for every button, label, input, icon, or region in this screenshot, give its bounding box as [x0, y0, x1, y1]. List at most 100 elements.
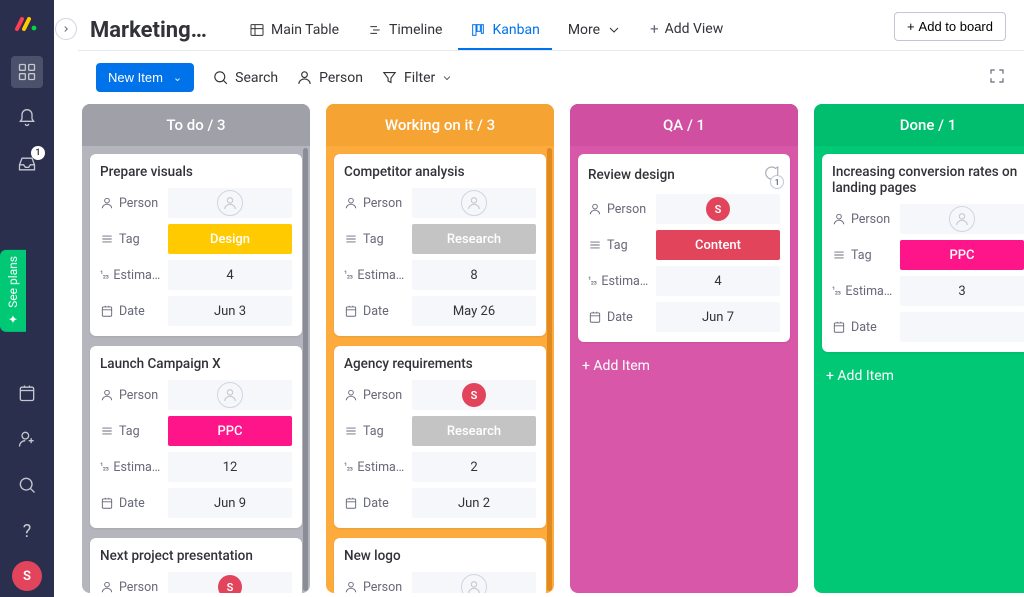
tag-value[interactable]: Content: [656, 230, 780, 260]
filter-button[interactable]: Filter: [381, 69, 453, 86]
date-value[interactable]: May 26: [412, 296, 536, 326]
kanban-card[interactable]: Agency requirements Person S Tag Researc…: [334, 346, 546, 528]
search-rail-icon[interactable]: [11, 469, 43, 501]
inbox-badge: 1: [31, 146, 45, 160]
estimate-value[interactable]: 12: [168, 452, 292, 482]
date-value[interactable]: Jun 3: [168, 296, 292, 326]
kanban-card[interactable]: Next project presentation Person S: [90, 538, 302, 593]
tag-value[interactable]: Research: [412, 416, 536, 446]
add-view-button[interactable]: + Add View: [638, 10, 735, 50]
tab-label: Timeline: [389, 22, 442, 38]
person-value[interactable]: [168, 380, 292, 410]
tab-label: Main Table: [271, 22, 339, 38]
date-value[interactable]: [900, 312, 1024, 342]
row-label: Person: [344, 196, 412, 211]
column-header[interactable]: Done / 1: [814, 104, 1024, 146]
person-value[interactable]: S: [168, 572, 292, 593]
user-avatar[interactable]: S: [12, 561, 42, 591]
date-value[interactable]: Jun 9: [168, 488, 292, 518]
kanban-card[interactable]: New logo Person: [334, 538, 546, 593]
estimate-value[interactable]: 4: [168, 260, 292, 290]
row-label: Tag: [588, 238, 656, 253]
add-item-button[interactable]: + Add Item: [578, 352, 790, 384]
row-label: ¹₂₃Estima…: [588, 274, 656, 289]
search-button[interactable]: Search: [212, 69, 278, 86]
tab-more[interactable]: More: [556, 12, 634, 50]
new-item-button[interactable]: New Item⌄: [96, 63, 194, 92]
kanban-card[interactable]: Competitor analysis Person Tag Research …: [334, 154, 546, 336]
person-filter-button[interactable]: Person: [296, 69, 363, 86]
scroll-accent: [303, 148, 308, 591]
person-value[interactable]: [900, 204, 1024, 234]
add-item-button[interactable]: + Add Item: [822, 362, 1024, 394]
person-value[interactable]: [412, 572, 536, 593]
see-plans-button[interactable]: ✦ See plans: [0, 250, 26, 332]
card-title[interactable]: Competitor analysis: [344, 164, 536, 180]
person-placeholder-icon: [217, 190, 243, 216]
kanban-card[interactable]: Prepare visuals Person Tag Design ¹₂₃Est…: [90, 154, 302, 336]
tab-main-table[interactable]: Main Table: [237, 12, 351, 50]
card-row: Person: [100, 188, 292, 218]
card-title[interactable]: Review design: [588, 164, 780, 186]
card-row: Person S: [100, 572, 292, 593]
add-to-board-button[interactable]: + Add to board: [894, 12, 1006, 41]
estimate-value[interactable]: 3: [900, 276, 1024, 306]
invite-icon[interactable]: [11, 423, 43, 455]
estimate-value[interactable]: 2: [412, 452, 536, 482]
kanban-column-qa: QA / 1 Review design Person S Tag Conten…: [570, 104, 798, 593]
estimate-value[interactable]: 4: [656, 266, 780, 296]
tag-value[interactable]: Research: [412, 224, 536, 254]
card-row: ¹₂₃Estima… 12: [100, 452, 292, 482]
sidebar-expander: [54, 0, 78, 597]
person-value[interactable]: [412, 188, 536, 218]
card-title[interactable]: Next project presentation: [100, 548, 292, 564]
person-placeholder-icon: [217, 382, 243, 408]
inbox-icon[interactable]: 1: [11, 148, 43, 180]
tab-label: Add View: [665, 21, 724, 37]
card-row: ¹₂₃Estima… 3: [832, 276, 1024, 306]
expand-sidebar-button[interactable]: [55, 18, 77, 40]
card-row: Date May 26: [344, 296, 536, 326]
row-label: ¹₂₃Estima…: [344, 460, 412, 475]
tab-timeline[interactable]: Timeline: [355, 12, 454, 50]
person-avatar: S: [706, 197, 730, 221]
see-plans-label: See plans: [6, 256, 20, 308]
help-icon[interactable]: ?: [11, 515, 43, 547]
date-value[interactable]: Jun 2: [412, 488, 536, 518]
tag-value[interactable]: Design: [168, 224, 292, 254]
estimate-value[interactable]: 8: [412, 260, 536, 290]
row-label: Tag: [100, 232, 168, 247]
column-header[interactable]: Working on it / 3: [326, 104, 554, 146]
date-value[interactable]: Jun 7: [656, 302, 780, 332]
person-value[interactable]: S: [412, 380, 536, 410]
row-label: Date: [344, 304, 412, 319]
column-header[interactable]: To do / 3: [82, 104, 310, 146]
my-work-icon[interactable]: [11, 377, 43, 409]
kanban-card[interactable]: Increasing conversion rates on landing p…: [822, 154, 1024, 352]
chat-icon[interactable]: [762, 164, 780, 186]
kanban-card[interactable]: Review design Person S Tag Content ¹₂₃Es…: [578, 154, 790, 342]
row-label: Person: [344, 388, 412, 403]
row-label: ¹₂₃Estima…: [100, 460, 168, 475]
board-title[interactable]: Marketing…: [90, 18, 207, 43]
tab-kanban[interactable]: Kanban: [458, 12, 551, 50]
card-row: Tag PPC: [832, 240, 1024, 270]
card-title[interactable]: Launch Campaign X: [100, 356, 292, 372]
person-placeholder-icon: [949, 206, 975, 232]
card-title[interactable]: New logo: [344, 548, 536, 564]
row-label: Date: [100, 304, 168, 319]
workspaces-icon[interactable]: [11, 56, 43, 88]
card-title[interactable]: Prepare visuals: [100, 164, 292, 180]
card-title[interactable]: Increasing conversion rates on landing p…: [832, 164, 1024, 196]
tag-value[interactable]: PPC: [168, 416, 292, 446]
person-value[interactable]: [168, 188, 292, 218]
card-row: Date: [832, 312, 1024, 342]
column-header[interactable]: QA / 1: [570, 104, 798, 146]
card-title[interactable]: Agency requirements: [344, 356, 536, 372]
row-label: Person: [344, 580, 412, 594]
tag-value[interactable]: PPC: [900, 240, 1024, 270]
kanban-card[interactable]: Launch Campaign X Person Tag PPC ¹₂₃Esti…: [90, 346, 302, 528]
fullscreen-button[interactable]: [988, 67, 1006, 89]
notifications-icon[interactable]: [11, 102, 43, 134]
person-value[interactable]: S: [656, 194, 780, 224]
